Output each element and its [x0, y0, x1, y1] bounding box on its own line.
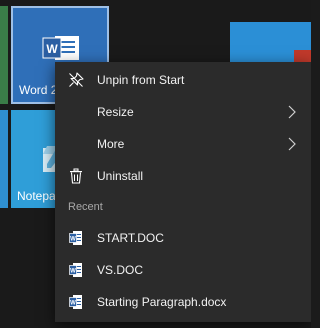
menu-item-label: More — [97, 137, 125, 151]
context-menu: Unpin from Start Resize More Uninstall R… — [55, 62, 311, 322]
trash-icon — [68, 168, 84, 184]
recent-item-label: Starting Paragraph.docx — [97, 295, 227, 309]
tile-partial-left-bottom[interactable] — [0, 110, 8, 208]
menu-item-uninstall[interactable]: Uninstall — [55, 160, 311, 192]
recent-item-start-doc[interactable]: W START.DOC — [55, 222, 311, 254]
recent-item-label: VS.DOC — [97, 263, 144, 277]
chevron-right-icon — [288, 137, 296, 151]
unpin-icon — [68, 72, 84, 88]
start-menu: W Word 2 Notepa Unpin from Start Resize … — [0, 0, 311, 328]
tile-partial-left-top[interactable] — [0, 6, 8, 104]
recent-item-starting-paragraph[interactable]: W Starting Paragraph.docx — [55, 286, 311, 318]
recent-item-vs-doc[interactable]: W VS.DOC — [55, 254, 311, 286]
menu-item-label: Resize — [97, 105, 134, 119]
menu-item-resize[interactable]: Resize — [55, 96, 311, 128]
word-document-icon: W — [68, 294, 84, 310]
menu-item-more[interactable]: More — [55, 128, 311, 160]
recent-section-header: Recent — [68, 201, 103, 213]
word-document-icon: W — [68, 262, 84, 278]
tile-notepad-label: Notepa — [17, 189, 56, 203]
svg-text:W: W — [70, 301, 76, 307]
word-icon: W — [42, 36, 79, 60]
svg-text:W: W — [46, 42, 58, 56]
svg-text:W: W — [70, 237, 76, 243]
recent-item-label: START.DOC — [97, 231, 164, 245]
tile-word-label: Word 2 — [19, 83, 58, 97]
menu-item-unpin-from-start[interactable]: Unpin from Start — [55, 64, 311, 96]
menu-item-label: Unpin from Start — [97, 73, 185, 87]
menu-item-label: Uninstall — [97, 169, 144, 183]
svg-text:W: W — [70, 269, 76, 275]
word-document-icon: W — [68, 230, 84, 246]
chevron-right-icon — [288, 105, 296, 119]
